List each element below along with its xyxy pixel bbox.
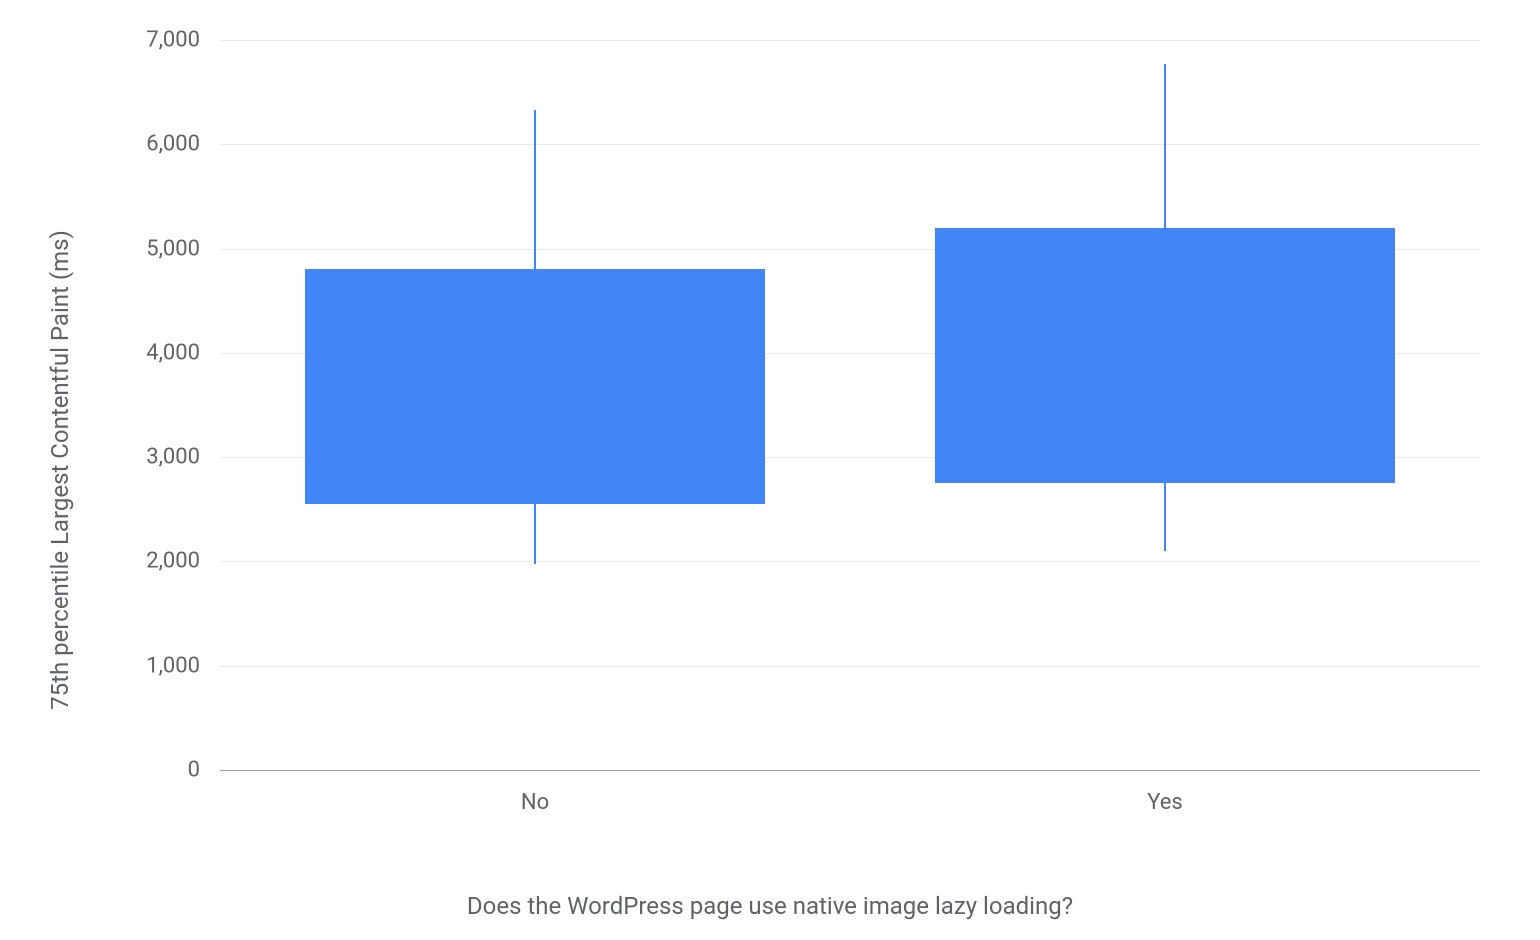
y-tick-label: 7,000: [146, 28, 200, 53]
y-tick-label: 5,000: [146, 236, 200, 261]
box-plot-no: [305, 40, 765, 770]
y-tick-label: 3,000: [146, 445, 200, 470]
box-rect: [935, 228, 1395, 484]
chart-container: 75th percentile Largest Contentful Paint…: [60, 20, 1480, 920]
whisker-lower: [534, 504, 536, 563]
plot-area: 01,0002,0003,0004,0005,0006,0007,000NoYe…: [220, 40, 1480, 770]
whisker-lower: [1164, 483, 1166, 551]
whisker-upper: [1164, 64, 1166, 228]
whisker-upper: [534, 110, 536, 270]
x-tick-label: Yes: [1147, 790, 1183, 815]
gridline: [220, 770, 1480, 771]
box-plot-yes: [935, 40, 1395, 770]
y-axis-label: 75th percentile Largest Contentful Paint…: [46, 230, 74, 710]
y-tick-label: 2,000: [146, 549, 200, 574]
y-tick-label: 0: [188, 758, 200, 783]
y-tick-label: 6,000: [146, 132, 200, 157]
y-tick-label: 4,000: [146, 340, 200, 365]
box-rect: [305, 269, 765, 504]
x-tick-label: No: [521, 790, 549, 815]
x-axis-label: Does the WordPress page use native image…: [467, 892, 1073, 920]
y-tick-label: 1,000: [146, 653, 200, 678]
